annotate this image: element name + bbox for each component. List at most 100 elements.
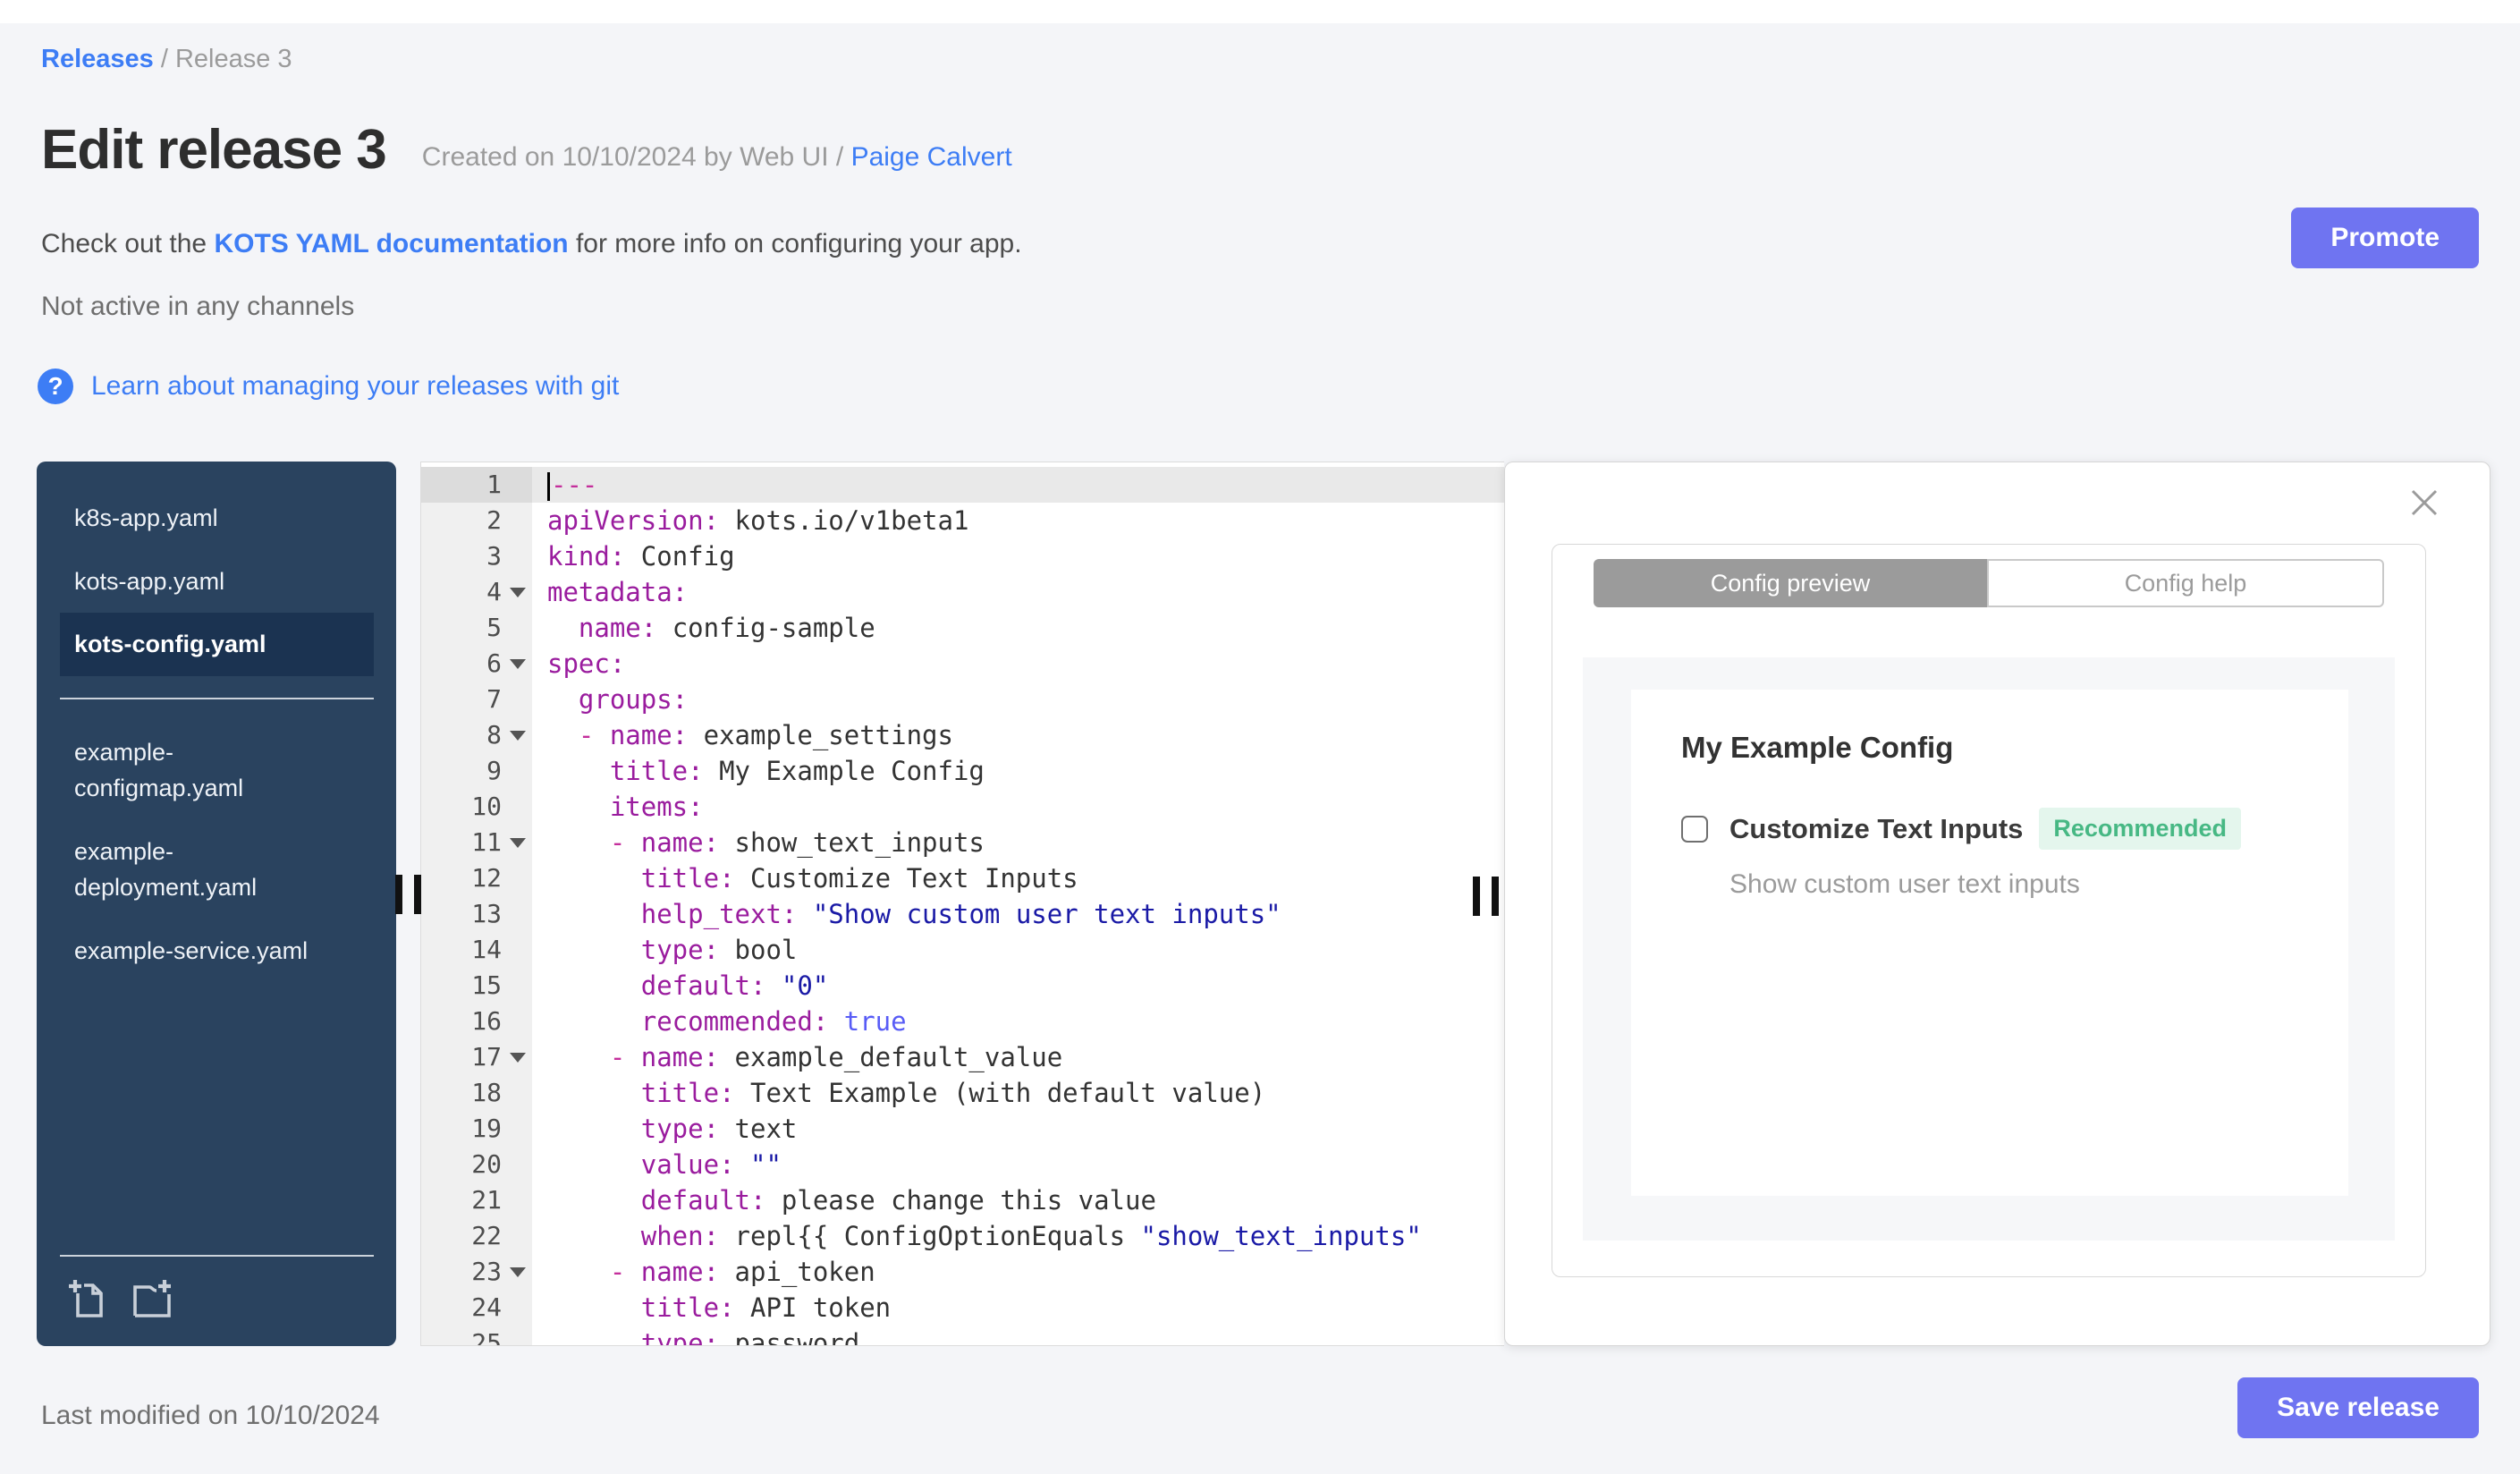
line-number: 15 xyxy=(421,968,532,1004)
code-text: --- xyxy=(532,467,1504,503)
config-group-title: My Example Config xyxy=(1681,731,1954,764)
customize-text-inputs-checkbox[interactable] xyxy=(1681,815,1708,843)
code-text: default: "0" xyxy=(640,970,829,1001)
line-number: 10 xyxy=(421,789,532,825)
code-line-9[interactable]: 9 title: My Example Config xyxy=(421,753,1504,789)
promote-button[interactable]: Promote xyxy=(2291,208,2479,268)
code-text: title: My Example Config xyxy=(609,756,985,786)
created-text: Created on 10/10/2024 by Web UI / xyxy=(421,142,851,172)
code-line-6[interactable]: 6 spec: xyxy=(421,646,1504,682)
code-text: title: Text Example (with default value) xyxy=(640,1078,1266,1108)
code-line-21[interactable]: 21 default: please change this value xyxy=(421,1182,1504,1218)
top-strip xyxy=(0,0,2520,23)
code-line-23[interactable]: 23 - name: api_token xyxy=(421,1254,1504,1290)
code-text: apiVersion: kots.io/v1beta1 xyxy=(547,505,969,536)
config-preview-panel: Config preview Config help My Example Co… xyxy=(1504,462,2490,1346)
file-list: k8s-app.yaml kots-app.yaml kots-config.yam… xyxy=(60,487,374,982)
line-number: 2 xyxy=(421,503,532,538)
code-text: type: password xyxy=(640,1328,860,1346)
preview-card: Config preview Config help My Example Co… xyxy=(1552,544,2426,1277)
preview-tab-bar: Config preview Config help xyxy=(1594,559,2384,607)
code-line-2[interactable]: 2 apiVersion: kots.io/v1beta1 xyxy=(421,503,1504,538)
code-text: items: xyxy=(609,792,704,822)
line-number: 8 xyxy=(421,717,532,753)
code-line-11[interactable]: 11 - name: show_text_inputs xyxy=(421,825,1504,860)
doc-line: Check out the KOTS YAML documentation fo… xyxy=(41,229,1022,259)
line-number: 25 xyxy=(421,1326,532,1345)
sidebar-bottom-divider xyxy=(60,1255,374,1257)
sidebar-resize-handle[interactable] xyxy=(395,875,421,914)
line-number: 16 xyxy=(421,1004,532,1039)
preview-resize-handle[interactable] xyxy=(1473,877,1499,916)
code-line-20[interactable]: 20 value: "" xyxy=(421,1147,1504,1182)
sidebar-file-kots-config.yaml[interactable]: kots-config.yaml xyxy=(60,613,374,676)
sidebar-file-kots-app.yaml[interactable]: kots-app.yaml xyxy=(60,550,374,614)
question-mark-icon[interactable]: ? xyxy=(38,368,73,404)
code-line-22[interactable]: 22 when: repl{{ ConfigOptionEquals "show… xyxy=(421,1218,1504,1254)
code-line-3[interactable]: 3 kind: Config xyxy=(421,538,1504,574)
fold-arrow-icon[interactable] xyxy=(510,588,526,597)
tab-config-preview[interactable]: Config preview xyxy=(1594,559,1987,607)
line-number: 11 xyxy=(421,825,532,860)
breadcrumb: Releases / Release 3 xyxy=(41,45,292,74)
breadcrumb-current: Release 3 xyxy=(174,45,292,73)
fold-arrow-icon[interactable] xyxy=(510,1053,526,1063)
code-line-1[interactable]: 1 --- xyxy=(421,467,1504,503)
line-number: 5 xyxy=(421,610,532,646)
code-line-24[interactable]: 24 title: API token xyxy=(421,1290,1504,1326)
code-text: name: config-sample xyxy=(578,613,875,643)
code-line-4[interactable]: 4 metadata: xyxy=(421,574,1504,610)
line-number: 20 xyxy=(421,1147,532,1182)
code-line-8[interactable]: 8 - name: example_settings xyxy=(421,717,1504,753)
file-divider xyxy=(60,697,374,699)
code-line-10[interactable]: 10 items: xyxy=(421,789,1504,825)
config-card: My Example Config Customize Text Inputs … xyxy=(1631,690,2348,1196)
sidebar-file-example-service.yaml[interactable]: example-service.yaml xyxy=(60,919,374,983)
breadcrumb-releases-link[interactable]: Releases xyxy=(41,45,154,73)
fold-arrow-icon[interactable] xyxy=(510,731,526,741)
kots-yaml-doc-link[interactable]: KOTS YAML documentation xyxy=(214,229,568,258)
sidebar-file-example-deployment.yaml[interactable]: example-deployment.yaml xyxy=(60,820,374,919)
line-number: 3 xyxy=(421,538,532,574)
line-number: 9 xyxy=(421,753,532,789)
line-number: 6 xyxy=(421,646,532,682)
fold-arrow-icon[interactable] xyxy=(510,1267,526,1277)
created-line: Created on 10/10/2024 by Web UI / Paige … xyxy=(422,142,1012,182)
code-line-16[interactable]: 16 recommended: true xyxy=(421,1004,1504,1039)
yaml-editor[interactable]: 1 --- 2 apiVersion: kots.io/v1beta1 3 kind: C… xyxy=(420,462,1504,1346)
created-author-link[interactable]: Paige Calvert xyxy=(851,142,1012,172)
main-area: k8s-app.yaml kots-app.yaml kots-config.yam… xyxy=(37,462,2490,1346)
add-file-icon[interactable] xyxy=(65,1276,108,1319)
line-number: 21 xyxy=(421,1182,532,1218)
code-text: - name: example_settings xyxy=(578,720,953,750)
config-item-help-text: Show custom user text inputs xyxy=(1729,869,2080,899)
close-icon[interactable] xyxy=(2407,486,2441,520)
add-folder-icon[interactable] xyxy=(128,1276,174,1319)
code-line-12[interactable]: 12 title: Customize Text Inputs xyxy=(421,860,1504,896)
code-line-14[interactable]: 14 type: bool xyxy=(421,932,1504,968)
code-line-18[interactable]: 18 title: Text Example (with default val… xyxy=(421,1075,1504,1111)
code-text: kind: Config xyxy=(547,541,735,572)
preview-content-area: My Example Config Customize Text Inputs … xyxy=(1583,657,2395,1241)
code-line-19[interactable]: 19 type: text xyxy=(421,1111,1504,1147)
fold-arrow-icon[interactable] xyxy=(510,838,526,848)
last-modified-text: Last modified on 10/10/2024 xyxy=(41,1401,380,1430)
code-line-5[interactable]: 5 name: config-sample xyxy=(421,610,1504,646)
code-text: metadata: xyxy=(547,577,689,607)
code-text: value: "" xyxy=(640,1149,782,1180)
sidebar-bottom xyxy=(60,1255,374,1332)
sidebar-file-k8s-app.yaml[interactable]: k8s-app.yaml xyxy=(60,487,374,550)
sidebar-file-example-configmap.yaml[interactable]: example-configmap.yaml xyxy=(60,721,374,820)
git-releases-link[interactable]: Learn about managing your releases with … xyxy=(91,371,619,402)
code-line-13[interactable]: 13 help_text: "Show custom user text inp… xyxy=(421,896,1504,932)
save-release-button[interactable]: Save release xyxy=(2237,1377,2479,1438)
tab-config-help[interactable]: Config help xyxy=(1987,559,2384,607)
code-line-25[interactable]: 25 type: password xyxy=(421,1326,1504,1346)
code-line-17[interactable]: 17 - name: example_default_value xyxy=(421,1039,1504,1075)
line-number: 22 xyxy=(421,1218,532,1254)
code-line-15[interactable]: 15 default: "0" xyxy=(421,968,1504,1004)
code-line-7[interactable]: 7 groups: xyxy=(421,682,1504,717)
code-text: groups: xyxy=(578,684,689,715)
fold-arrow-icon[interactable] xyxy=(510,659,526,669)
code-text: default: please change this value xyxy=(640,1185,1156,1216)
